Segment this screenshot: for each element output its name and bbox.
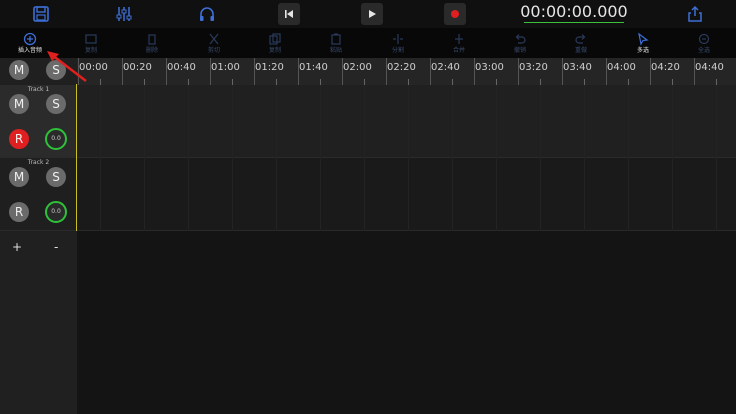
grid-line (540, 85, 541, 231)
ruler-time-label: 00:40 (167, 62, 196, 73)
ruler-time-label: 03:20 (519, 62, 548, 73)
grid-line (672, 85, 673, 231)
grid-line (364, 85, 365, 231)
track-mute-button[interactable]: M (9, 94, 29, 114)
ruler-time-label: 03:00 (475, 62, 504, 73)
skip-back-button[interactable] (278, 3, 300, 25)
split-icon (393, 34, 403, 44)
ruler-time-label: 04:00 (607, 62, 636, 73)
ruler-time-label: 02:00 (343, 62, 372, 73)
ruler-time-label: 04:40 (695, 62, 724, 73)
ruler-time-label: 01:20 (255, 62, 284, 73)
delete-button[interactable]: 删除 (132, 30, 172, 58)
grid-line (584, 85, 585, 231)
multiselect-label: 多选 (636, 47, 649, 54)
save-icon[interactable] (30, 3, 52, 25)
ruler-time-label: 04:20 (651, 62, 680, 73)
share-icon[interactable] (684, 3, 706, 25)
headphones-icon[interactable] (196, 3, 218, 25)
track-header[interactable]: Track 1 M S R 0.0 (0, 85, 77, 158)
play-button[interactable] (361, 3, 383, 25)
ruler-time-label: 02:20 (387, 62, 416, 73)
ruler-time-label: 01:40 (299, 62, 328, 73)
grid-line (716, 85, 717, 231)
grid-line (144, 85, 145, 231)
master-mute-button[interactable]: M (9, 60, 29, 80)
grid-line (628, 85, 629, 231)
track-volume-knob[interactable]: 0.0 (45, 128, 67, 150)
record-icon (451, 10, 459, 18)
delete-label: 删除 (145, 47, 158, 54)
edit-toolbar: 插入音频 复制 删除 剪切 复制 粘贴 分割 合并 撤销 重做 多选 全选 (0, 28, 736, 58)
multiselect-button[interactable]: 多选 (623, 30, 663, 58)
timeline-ruler[interactable]: 00:00 00:20 00:40 01:00 01:20 01:40 02:00 02:20… (77, 58, 736, 86)
grid-line (276, 85, 277, 231)
track-solo-button[interactable]: S (46, 167, 66, 187)
cut-button[interactable]: 剪切 (194, 30, 234, 58)
paste-label: 粘贴 (329, 47, 342, 54)
duplicate-label: 复制 (268, 47, 281, 54)
merge-label: 合并 (452, 47, 465, 54)
undo-icon (515, 34, 526, 44)
grid-line (188, 85, 189, 231)
ruler-time-label: 01:00 (211, 62, 240, 73)
duplicate-icon (269, 33, 281, 45)
multiselect-icon (638, 32, 649, 46)
mixer-icon[interactable] (113, 3, 135, 25)
copy-icon (85, 34, 97, 44)
split-button[interactable]: 分割 (378, 30, 418, 58)
remove-track-button[interactable]: - (54, 240, 58, 254)
undo-button[interactable]: 撤销 (500, 30, 540, 58)
track-record-arm-button[interactable]: R (9, 202, 29, 222)
redo-icon (575, 34, 586, 44)
insert-audio-icon (23, 32, 37, 46)
timecode-underline (524, 22, 624, 23)
paste-icon (331, 33, 341, 45)
track-solo-button[interactable]: S (46, 94, 66, 114)
delete-icon (148, 34, 156, 45)
merge-button[interactable]: 合并 (439, 30, 479, 58)
undo-label: 撤销 (513, 47, 526, 54)
paste-button[interactable]: 粘贴 (316, 30, 356, 58)
track-name: Track 2 (27, 159, 50, 166)
select-all-icon (698, 33, 710, 45)
grid-line (320, 85, 321, 231)
cut-icon (209, 33, 219, 45)
track-mute-button[interactable]: M (9, 167, 29, 187)
empty-timeline-area (77, 231, 736, 414)
track-volume-knob[interactable]: 0.0 (45, 201, 67, 223)
top-bar: 00:00:00.000 (0, 0, 736, 28)
grid-line (452, 85, 453, 231)
annotation-arrow-icon (47, 51, 87, 82)
duplicate-button[interactable]: 复制 (255, 30, 295, 58)
ruler-time-label: 03:40 (563, 62, 592, 73)
redo-label: 重做 (574, 47, 587, 54)
record-button[interactable] (444, 3, 466, 25)
track-lane[interactable] (77, 85, 736, 158)
track-lane[interactable] (77, 158, 736, 231)
add-track-button[interactable]: + (12, 240, 22, 254)
merge-icon (455, 34, 463, 44)
select-all-label: 全选 (697, 47, 710, 54)
split-label: 分割 (391, 47, 404, 54)
playhead[interactable] (76, 84, 77, 231)
track-record-arm-button[interactable]: R (9, 129, 29, 149)
redo-button[interactable]: 重做 (561, 30, 601, 58)
play-icon (369, 10, 376, 18)
select-all-button[interactable]: 全选 (684, 30, 724, 58)
grid-line (496, 85, 497, 231)
grid-line (232, 85, 233, 231)
track-header[interactable]: Track 2 M S R 0.0 (0, 158, 77, 231)
cut-label: 剪切 (207, 47, 220, 54)
grid-line (408, 85, 409, 231)
ruler-time-label: 00:20 (123, 62, 152, 73)
grid-line (100, 85, 101, 231)
ruler-time-label: 02:40 (431, 62, 460, 73)
track-name: Track 1 (27, 86, 50, 93)
skip-back-icon (285, 10, 293, 18)
